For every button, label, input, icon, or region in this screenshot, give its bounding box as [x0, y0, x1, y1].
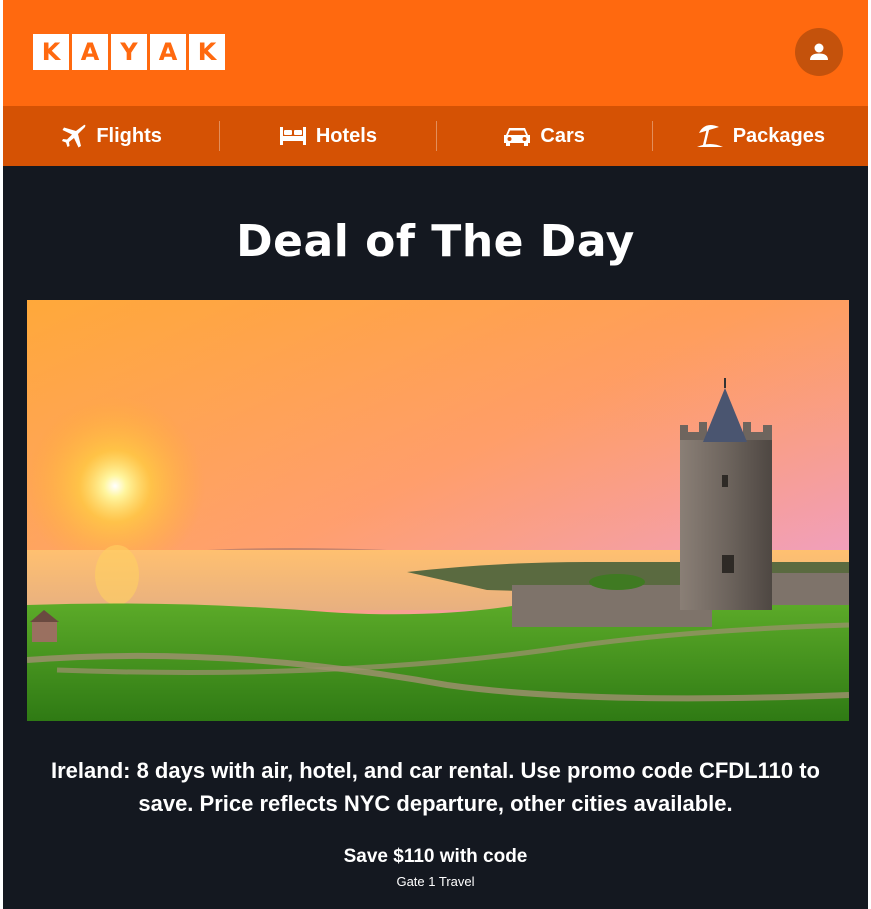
email-frame: K A Y A K Flights Hotels Cars Packages D… — [3, 0, 868, 909]
nav-label-packages: Packages — [732, 124, 826, 147]
airplane-icon — [60, 122, 88, 150]
deal-provider: Gate 1 Travel — [396, 874, 475, 889]
nav-label-flights: Flights — [96, 124, 162, 147]
logo-letter: Y — [111, 34, 147, 70]
header-bar: K A Y A K — [3, 0, 868, 106]
nav-item-cars[interactable]: Cars — [435, 106, 652, 166]
nav-item-packages[interactable]: Packages — [651, 106, 868, 166]
nav-item-flights[interactable]: Flights — [3, 106, 219, 166]
car-icon — [502, 124, 532, 148]
bed-icon — [278, 124, 308, 148]
logo-letter: A — [150, 34, 186, 70]
logo-letter: A — [72, 34, 108, 70]
deal-title: Deal of The Day — [236, 216, 635, 267]
main-nav: Flights Hotels Cars Packages — [3, 106, 868, 166]
logo-letter: K — [189, 34, 225, 70]
user-icon — [810, 43, 828, 60]
deal-hero-image[interactable] — [27, 300, 849, 721]
nav-label-hotels: Hotels — [315, 124, 377, 147]
nav-label-cars: Cars — [540, 124, 585, 147]
profile-button[interactable] — [795, 28, 843, 76]
deal-save-text[interactable]: Save $110 with code — [3, 846, 868, 868]
beach-umbrella-icon — [695, 122, 725, 150]
logo-letter: K — [33, 34, 69, 70]
nav-item-hotels[interactable]: Hotels — [219, 106, 435, 166]
deal-description: Ireland: 8 days with air, hotel, and car… — [51, 758, 820, 816]
kayak-logo[interactable]: K A Y A K — [33, 34, 225, 70]
